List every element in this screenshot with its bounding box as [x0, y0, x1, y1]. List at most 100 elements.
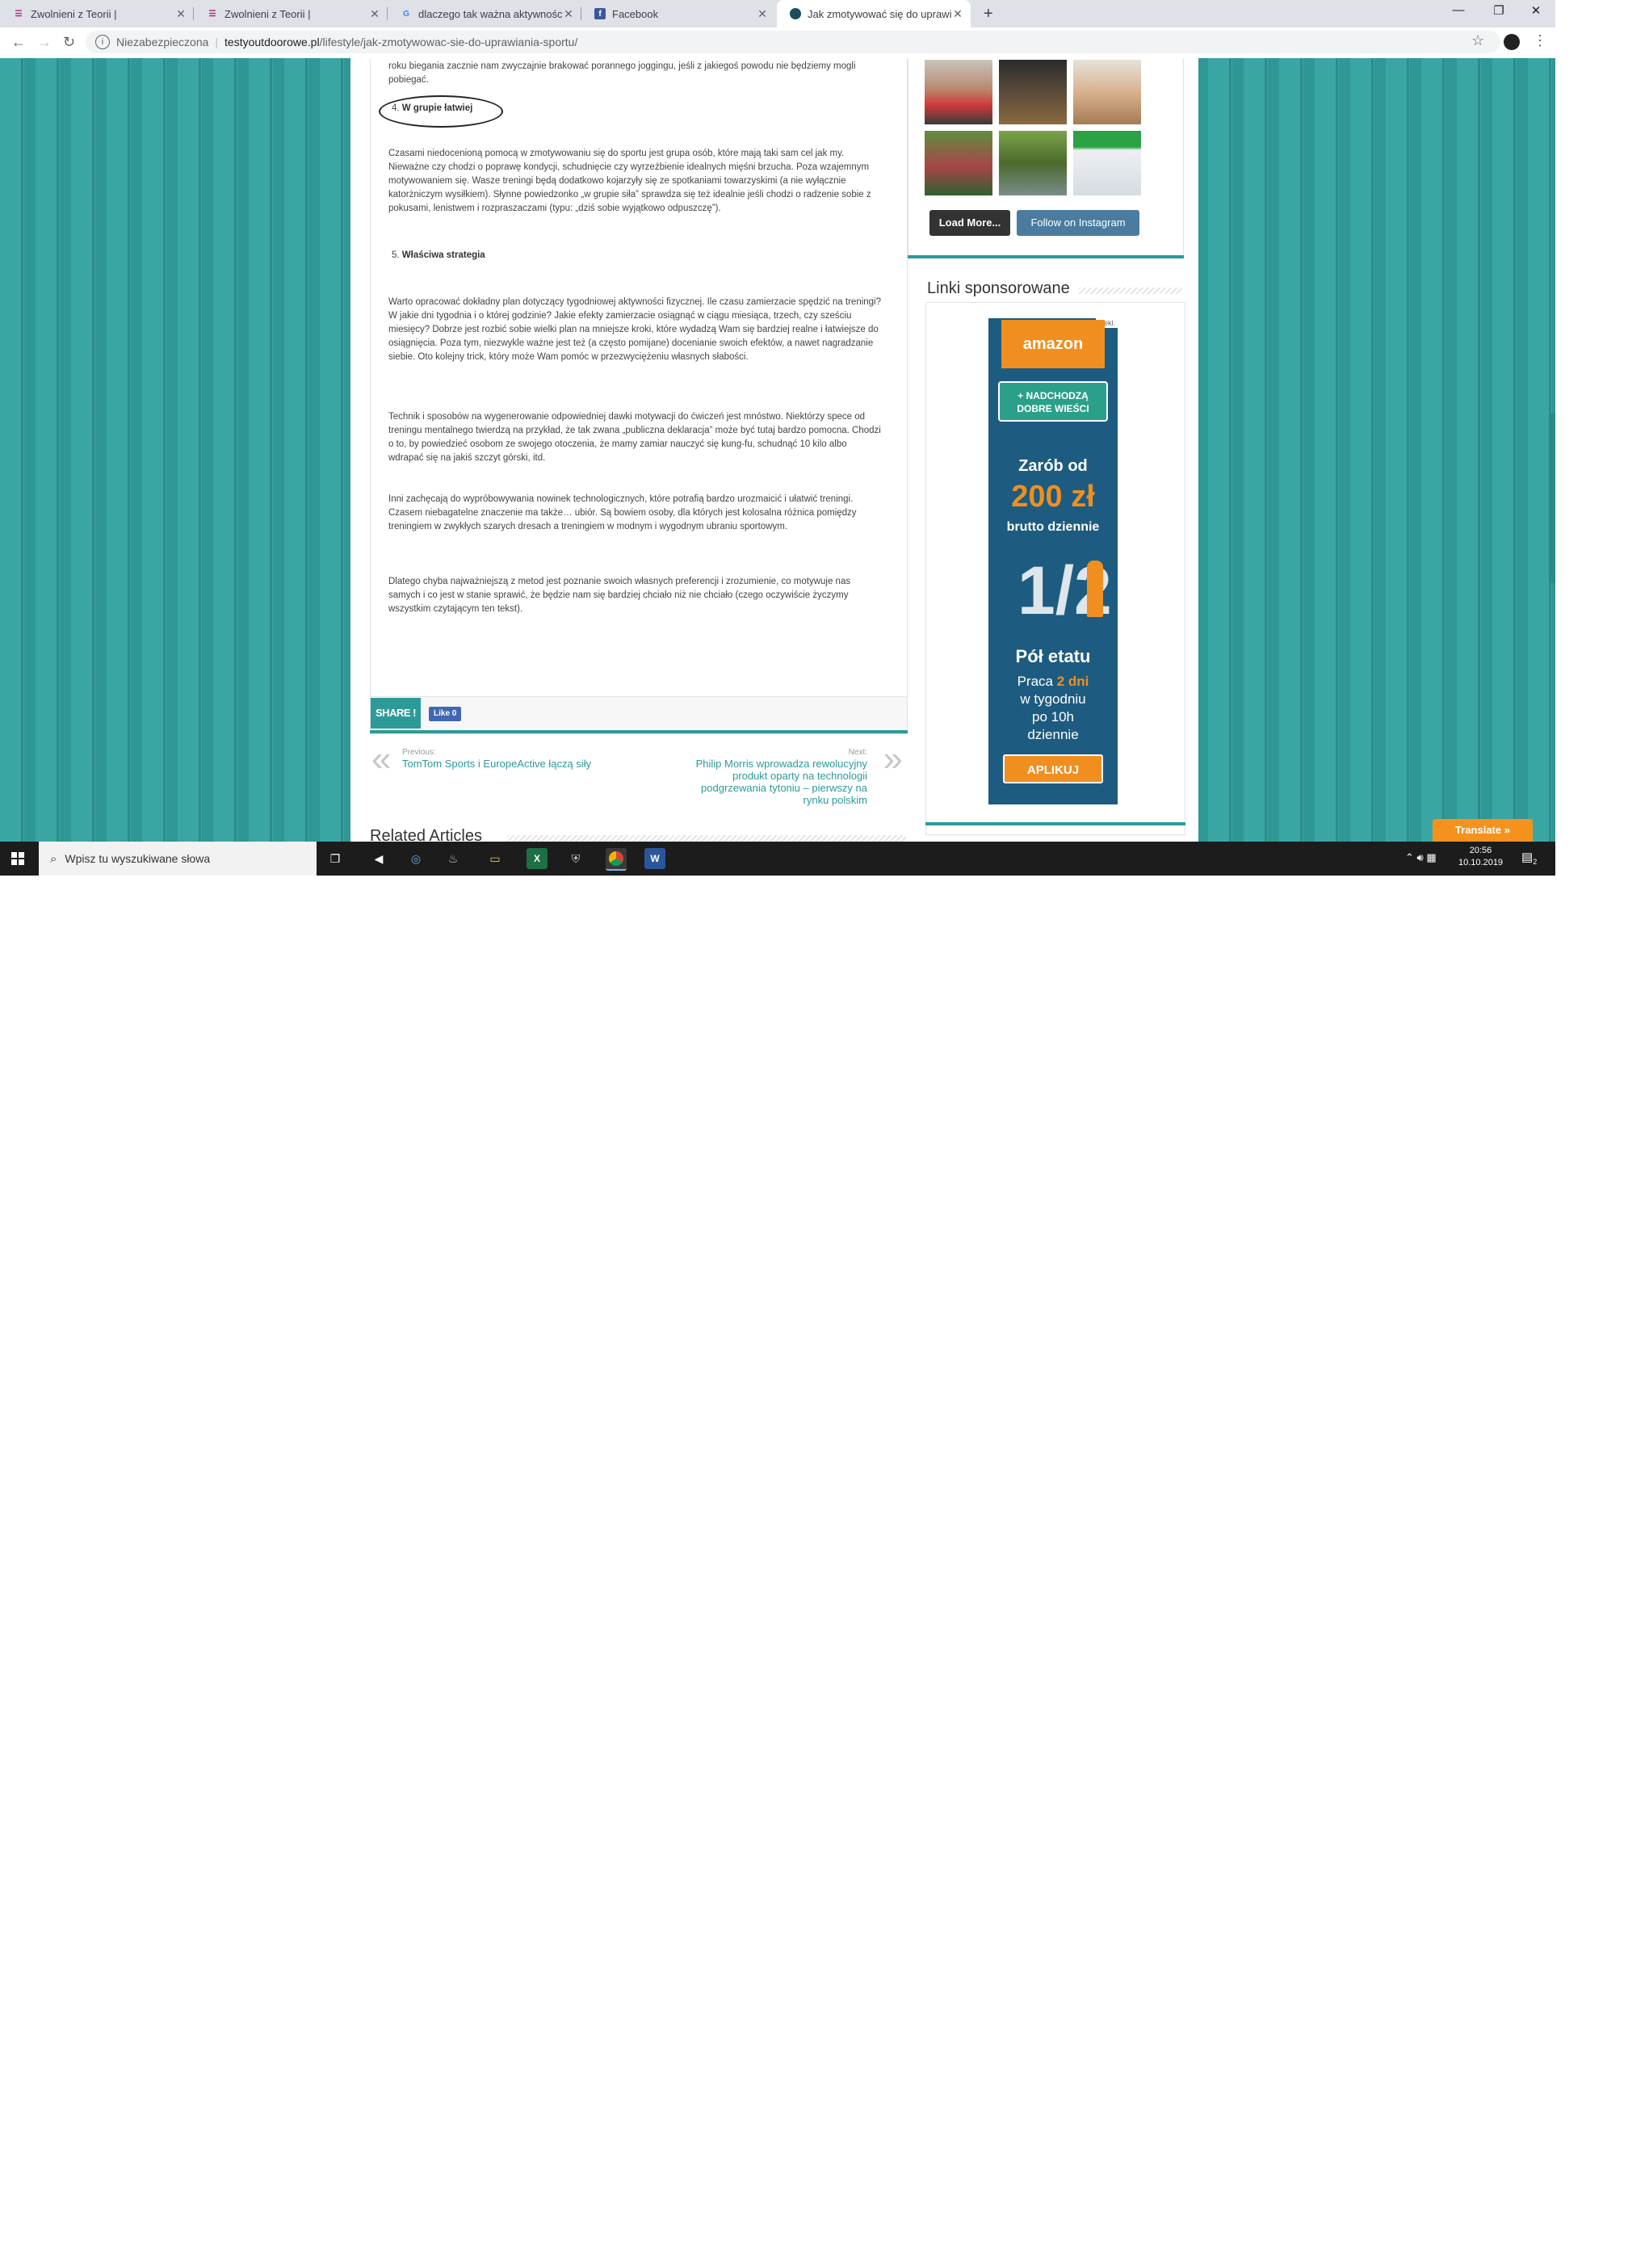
tab-zwolnieni-1[interactable]: ☰ Zwolnieni z Teorii | ✕: [0, 0, 194, 27]
tab-google-search[interactable]: G dlaczego tak ważna aktywności fi… ✕: [388, 0, 581, 27]
clock-time: 20:56: [1469, 846, 1492, 855]
close-tab-icon[interactable]: ✕: [174, 7, 187, 21]
translate-button[interactable]: Translate »: [1433, 819, 1533, 842]
scrollbar-thumb[interactable]: [1549, 414, 1555, 583]
ad-work-text: Praca: [1017, 674, 1053, 689]
ad-work-line: w tygodniu: [1020, 691, 1086, 707]
facebook-favicon-icon: f: [594, 8, 606, 19]
action-center-icon[interactable]: ▤2: [1521, 850, 1537, 866]
widget-bottom-border: [908, 255, 1184, 258]
address-bar[interactable]: i Niezabezpieczona | testyoutdoorowe.pl …: [86, 31, 1500, 53]
next-post-nav[interactable]: Next: Philip Morris wprowadza rewolucyjn…: [657, 741, 908, 807]
media-app-icon[interactable]: ◀: [368, 848, 389, 869]
instagram-photo[interactable]: [925, 131, 992, 195]
article-paragraph: Warto opracować dokładny plan dotyczący …: [388, 297, 882, 362]
close-tab-icon[interactable]: ✕: [756, 7, 769, 21]
security-label: Niezabezpieczona: [116, 36, 209, 48]
chrome-icon[interactable]: [606, 848, 627, 871]
ad-amount: 200 zł: [1011, 480, 1095, 514]
screen: ☰ Zwolnieni z Teorii | ✕ ☰ Zwolnieni z T…: [0, 0, 1555, 876]
file-explorer-icon[interactable]: ▭: [485, 848, 506, 869]
amazon-logo: amazon: [1001, 320, 1105, 368]
article-paragraph: Dlatego chyba najważniejszą z metod jest…: [388, 577, 851, 614]
clock-date: 10.10.2019: [1458, 858, 1504, 867]
ad-half-graphic: 1/2: [1018, 552, 1112, 628]
ad-speech-bubble: + NADCHODZĄ DOBRE WIEŚCI: [998, 381, 1108, 422]
list-number: 4.: [392, 103, 400, 113]
next-post-link[interactable]: Philip Morris wprowadza rewolucyjny prod…: [682, 758, 867, 806]
bookmark-star-icon[interactable]: ☆: [1471, 32, 1484, 49]
ad-work-days: 2 dni: [1056, 674, 1089, 689]
ad-earn-text: Zarób od: [1018, 457, 1088, 475]
back-arrow-icon[interactable]: ←: [11, 34, 26, 51]
apply-button[interactable]: APLIKUJ: [1003, 754, 1103, 783]
ad-work-line: dziennie: [1027, 727, 1079, 742]
close-tab-icon[interactable]: ✕: [368, 7, 381, 21]
zzt-favicon-icon: ☰: [208, 9, 216, 19]
amazon-ad-banner[interactable]: Rekl. amazon + NADCHODZĄ DOBRE WIEŚCI Za…: [988, 318, 1118, 804]
network-icon[interactable]: ▦: [1426, 851, 1436, 863]
forward-arrow-icon[interactable]: →: [37, 34, 52, 51]
instagram-photo[interactable]: [1073, 60, 1141, 124]
list-item-5: 5. Właściwa strategia: [392, 250, 485, 260]
instagram-photo[interactable]: [999, 131, 1067, 195]
instagram-photo[interactable]: [925, 60, 992, 124]
page-content: roku biegania zacznie nam zwyczajnie bra…: [350, 58, 1198, 842]
security-shield-icon[interactable]: ⛨: [565, 848, 586, 869]
tab-title: Jak zmotywować się do uprawian…: [808, 7, 951, 20]
url-host: testyoutdoorowe.pl: [224, 36, 320, 48]
article-paragraph: Inni zachęcają do wypróbowywania nowinek…: [388, 494, 857, 531]
heading-stripes: [1079, 288, 1182, 294]
windows-start-icon[interactable]: [11, 852, 24, 865]
info-icon[interactable]: i: [95, 35, 110, 49]
browser-toolbar: ← → ↻ i Niezabezpieczona | testyoutdooro…: [0, 27, 1555, 59]
close-window-button[interactable]: ✕: [1520, 3, 1552, 18]
list-item-label: Właściwa strategia: [401, 250, 485, 260]
related-articles-heading: Related Articles: [370, 827, 482, 842]
zzt-favicon-icon: ☰: [15, 9, 23, 19]
prev-post-link[interactable]: TomTom Sports i EuropeActive łączą siły: [402, 758, 596, 770]
widget-bottom-border: [925, 822, 1185, 825]
url-path: /lifestyle/jak-zmotywowac-sie-do-uprawia…: [319, 36, 578, 48]
task-view-icon[interactable]: ❐: [325, 848, 346, 869]
reload-icon[interactable]: ↻: [63, 34, 75, 51]
tab-zwolnieni-2[interactable]: ☰ Zwolnieni z Teorii | ✕: [194, 0, 388, 27]
follow-instagram-button[interactable]: Follow on Instagram: [1017, 210, 1139, 236]
list-item-4: 4. W grupie łatwiej: [392, 103, 472, 113]
taskbar-clock[interactable]: 20:56 10.10.2019: [1458, 845, 1503, 869]
heading-stripes: [507, 835, 906, 842]
menu-dots-icon[interactable]: ⋮: [1533, 32, 1547, 49]
sync-app-icon[interactable]: ◎: [405, 848, 426, 869]
tab-title: Zwolnieni z Teorii |: [31, 7, 117, 20]
close-tab-icon[interactable]: ✕: [562, 7, 575, 21]
ad-half-time: Pół etatu: [1015, 646, 1091, 666]
restore-button[interactable]: ❐: [1483, 3, 1515, 18]
close-tab-icon[interactable]: ✕: [951, 7, 964, 21]
ad-work-line: po 10h: [1032, 709, 1074, 724]
tray-chevron-up-icon[interactable]: ⌃: [1405, 851, 1414, 863]
tab-active-article[interactable]: Jak zmotywować się do uprawian… ✕: [777, 0, 971, 27]
article-paragraph: Technik i sposobów na wygenerowanie odpo…: [388, 412, 881, 463]
instagram-photo[interactable]: [999, 60, 1067, 124]
volume-icon[interactable]: 🔊︎: [1417, 851, 1424, 863]
new-tab-button[interactable]: +: [984, 5, 993, 23]
chevron-right-icon: »: [883, 739, 903, 779]
divider: |: [215, 36, 219, 48]
windows-taskbar: ⌕ Wpisz tu wyszukiwane słowa ❐ ◀ ◎ ♨ ▭ X…: [0, 842, 1555, 876]
tab-title: Facebook: [612, 7, 659, 20]
instagram-photo[interactable]: [1073, 131, 1141, 195]
minimize-button[interactable]: —: [1442, 3, 1475, 17]
web-viewport: roku biegania zacznie nam zwyczajnie bra…: [0, 58, 1555, 842]
tab-facebook[interactable]: f Facebook ✕: [581, 0, 775, 27]
word-icon[interactable]: W: [644, 848, 665, 869]
excel-icon[interactable]: X: [527, 848, 548, 869]
steam-icon[interactable]: ♨: [443, 848, 464, 869]
article-bottom-border: [370, 730, 908, 733]
facebook-like-button[interactable]: Like 0: [429, 707, 462, 721]
load-more-button[interactable]: Load More...: [929, 210, 1010, 236]
taskbar-search-box[interactable]: ⌕ Wpisz tu wyszukiwane słowa: [39, 842, 317, 876]
previous-post-nav[interactable]: « Previous: TomTom Sports i EuropeActive…: [370, 741, 612, 801]
profile-avatar[interactable]: [1504, 34, 1520, 50]
sponsored-links-heading: Linki sponsorowane: [927, 279, 1070, 297]
chevron-left-icon: «: [371, 739, 392, 779]
